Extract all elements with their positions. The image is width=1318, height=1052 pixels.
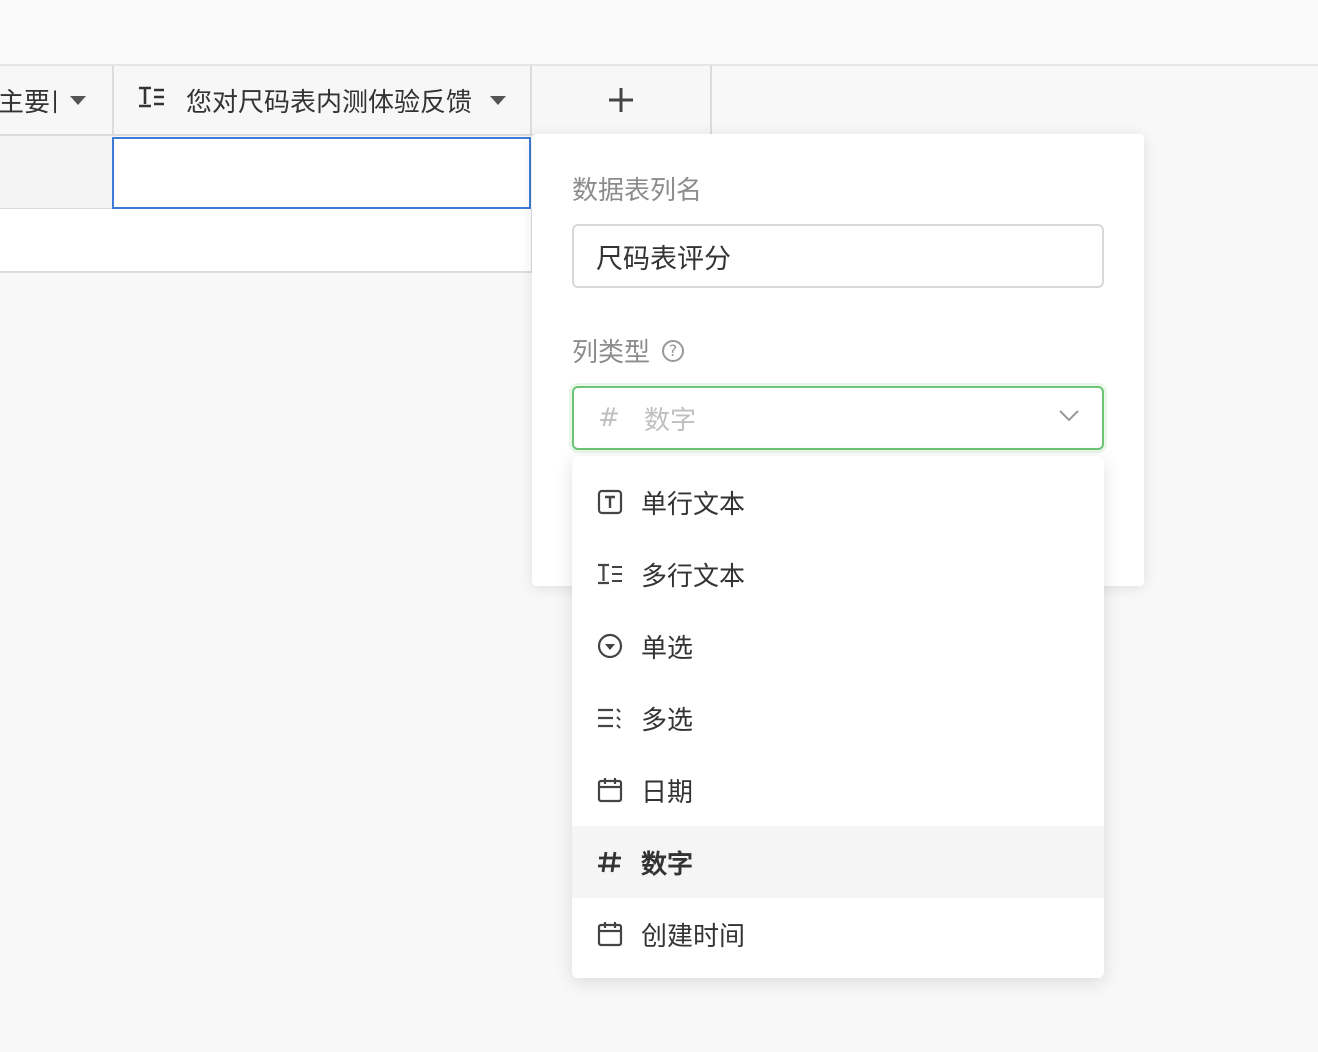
- column-name-input[interactable]: [572, 224, 1104, 288]
- option-label: 单选: [641, 633, 694, 664]
- column-header-b[interactable]: 您对尺码表内测体验反馈: [114, 66, 532, 136]
- option-label: 多选: [641, 705, 694, 736]
- table-row[interactable]: [0, 209, 533, 273]
- chevron-down-icon: [1058, 408, 1080, 427]
- column-type-label-row: 列类型 ?: [572, 332, 685, 369]
- plus-icon: [609, 88, 633, 112]
- multiline-text-icon: [138, 85, 166, 115]
- caret-down-icon[interactable]: [70, 95, 86, 105]
- hash-icon: [597, 849, 623, 875]
- dropdown-option-multi-select[interactable]: 多选: [572, 682, 1104, 754]
- single-line-text-icon: [597, 489, 623, 515]
- calendar-icon: [597, 777, 623, 803]
- option-label: 数字: [641, 849, 694, 880]
- table-cell-active[interactable]: [112, 137, 531, 209]
- option-label: 单行文本: [641, 489, 746, 520]
- hash-icon: #: [598, 403, 620, 433]
- column-header-a[interactable]: 主要目: [0, 66, 114, 136]
- dropdown-option-number[interactable]: 数字: [572, 826, 1104, 898]
- dropdown-option-single-select[interactable]: 单选: [572, 610, 1104, 682]
- column-type-dropdown: 单行文本 多行文本 单选 多选 日期 数字 创建时间: [572, 456, 1104, 978]
- dropdown-option-created-time[interactable]: 创建时间: [572, 898, 1104, 970]
- dropdown-option-multi-line-text[interactable]: 多行文本: [572, 538, 1104, 610]
- dropdown-option-single-line-text[interactable]: 单行文本: [572, 466, 1104, 538]
- help-icon[interactable]: ?: [662, 339, 685, 362]
- column-type-label: 列类型: [572, 338, 651, 368]
- single-select-icon: [597, 633, 623, 659]
- column-header-label: 您对尺码表内测体验反馈: [186, 87, 473, 118]
- multi-select-icon: [597, 705, 623, 731]
- dropdown-option-date[interactable]: 日期: [572, 754, 1104, 826]
- column-name-label: 数据表列名: [572, 176, 703, 206]
- add-column-button[interactable]: [532, 66, 712, 136]
- column-header-label: 主要目: [0, 87, 56, 118]
- caret-down-icon[interactable]: [490, 95, 506, 105]
- option-label: 创建时间: [641, 921, 746, 952]
- top-toolbar: [0, 0, 1318, 66]
- multi-line-text-icon: [597, 561, 623, 587]
- table-cell[interactable]: [0, 136, 112, 210]
- option-label: 日期: [641, 777, 694, 808]
- column-type-value: 数字: [644, 405, 697, 436]
- option-label: 多行文本: [641, 561, 746, 592]
- column-type-select[interactable]: # 数字: [572, 386, 1104, 450]
- calendar-icon: [597, 921, 623, 947]
